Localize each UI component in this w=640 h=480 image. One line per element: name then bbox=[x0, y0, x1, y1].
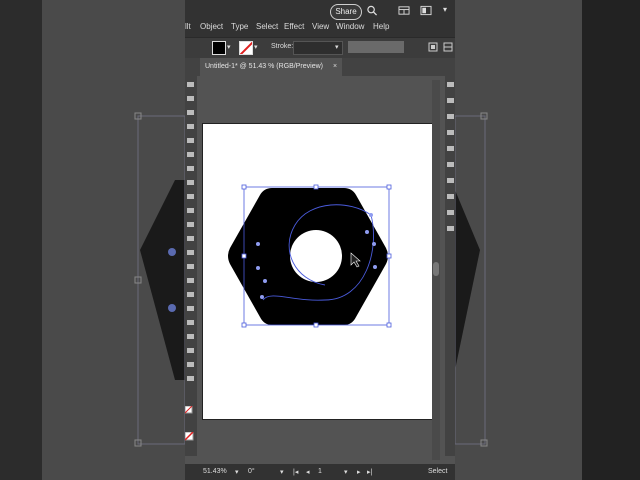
current-tool-name: Select bbox=[428, 468, 448, 475]
rotation-dropdown-icon[interactable]: ▾ bbox=[280, 468, 284, 476]
artboard-dropdown-icon[interactable]: ▾ bbox=[344, 468, 348, 476]
next-artboard-icon[interactable]: ▸ bbox=[357, 468, 361, 476]
canvas-artwork bbox=[228, 184, 392, 328]
background-left-blur bbox=[0, 0, 185, 480]
status-bar: 51.43% ▾ 0° ▾ |◂ ◂ 1 ▾ ▸ ▸| Select bbox=[185, 464, 455, 480]
rotation-angle[interactable]: 0° bbox=[248, 468, 255, 475]
zoom-dropdown-icon[interactable]: ▾ bbox=[235, 468, 239, 476]
first-artboard-icon[interactable]: |◂ bbox=[293, 468, 298, 476]
last-artboard-icon[interactable]: ▸| bbox=[367, 468, 372, 476]
illustrator-window: llt Object Type Select Effect View Windo… bbox=[185, 0, 455, 480]
background-right-shape bbox=[455, 112, 488, 447]
zoom-level[interactable]: 51.43% bbox=[203, 468, 227, 475]
previous-artboard-icon[interactable]: ◂ bbox=[306, 468, 310, 476]
artboard-number[interactable]: 1 bbox=[318, 468, 322, 475]
background-right-blur bbox=[455, 0, 640, 480]
hexagon-ring-shape[interactable] bbox=[228, 188, 388, 325]
background-left-shape bbox=[134, 112, 185, 447]
